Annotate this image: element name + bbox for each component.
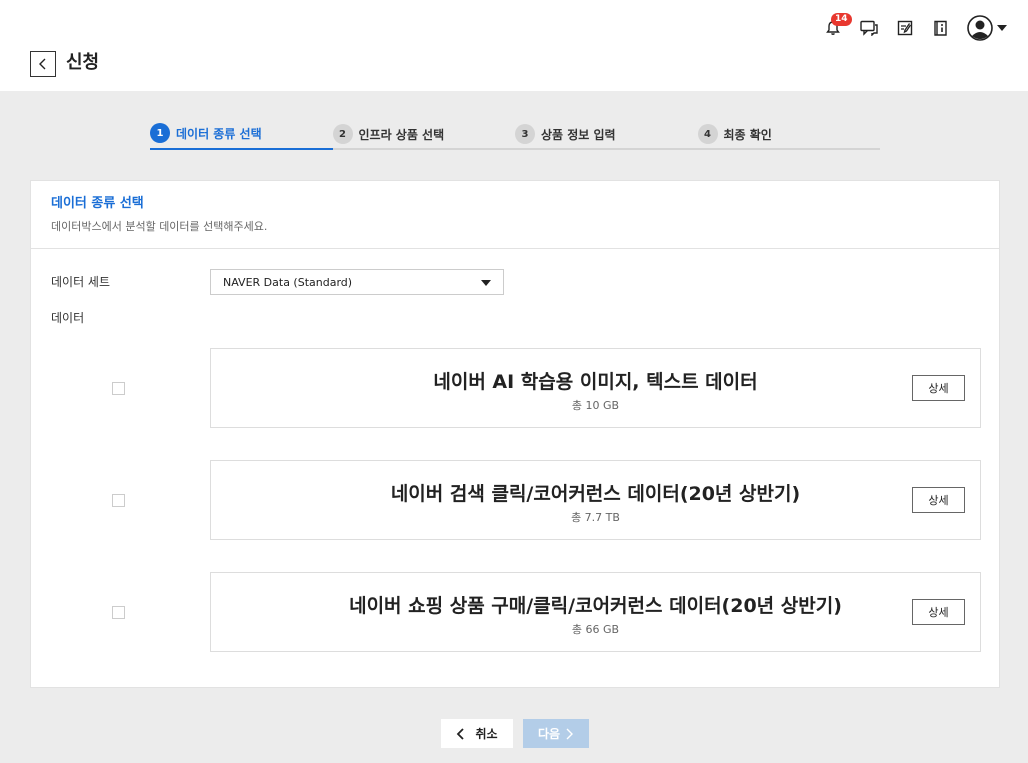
note-button[interactable] xyxy=(887,14,923,42)
cancel-button[interactable]: 취소 xyxy=(441,719,513,748)
step-label: 상품 정보 입력 xyxy=(541,127,616,142)
item-checkbox-1[interactable] xyxy=(112,382,125,395)
step-number: 3 xyxy=(515,124,535,144)
detail-button[interactable]: 상세 xyxy=(912,487,965,513)
item-checkbox-3[interactable] xyxy=(112,606,125,619)
card-title: 데이터 종류 선택 xyxy=(51,196,144,211)
data-label: 데이터 xyxy=(51,311,85,325)
card-header: 데이터 종류 선택 데이터박스에서 분석할 데이터를 선택해주세요. xyxy=(31,181,999,249)
step-number: 1 xyxy=(150,123,170,143)
chevron-left-icon xyxy=(39,58,46,70)
cancel-label: 취소 xyxy=(475,727,498,741)
next-button[interactable]: 다음 xyxy=(523,719,589,748)
info-book-icon xyxy=(934,20,947,36)
back-button[interactable] xyxy=(30,51,56,77)
chevron-right-icon xyxy=(566,728,574,739)
step-label: 인프라 상품 선택 xyxy=(358,127,445,142)
notification-button[interactable]: 14 xyxy=(815,13,852,42)
item-checkbox-2[interactable] xyxy=(112,494,125,507)
card-description: 데이터박스에서 분석할 데이터를 선택해주세요. xyxy=(51,220,268,233)
notification-badge: 14 xyxy=(831,13,852,26)
data-item-title: 네이버 AI 학습용 이미지, 텍스트 데이터 xyxy=(433,371,758,393)
page-title: 신청 xyxy=(66,52,100,73)
user-menu[interactable] xyxy=(967,15,1008,41)
next-label: 다음 xyxy=(537,727,561,741)
avatar-icon xyxy=(967,15,993,41)
step-2: 2 인프라 상품 선택 xyxy=(332,120,516,148)
header: 14 신청 xyxy=(0,0,1028,91)
data-item-size: 총 7.7 TB xyxy=(571,511,620,524)
data-item-size: 총 66 GB xyxy=(571,623,620,636)
caret-down-icon xyxy=(997,25,1007,31)
data-type-card: 데이터 종류 선택 데이터박스에서 분석할 데이터를 선택해주세요. 데이터 세… xyxy=(30,180,1000,688)
step-4: 4 최종 확인 xyxy=(697,120,881,148)
chat-icon xyxy=(860,20,878,36)
dataset-select[interactable]: NAVER Data (Standard) xyxy=(210,269,504,295)
step-label: 데이터 종류 선택 xyxy=(176,126,262,141)
header-icons: 14 xyxy=(815,13,1008,42)
chat-button[interactable] xyxy=(851,14,887,42)
chevron-left-icon xyxy=(457,727,465,740)
dropdown-arrow-icon xyxy=(481,280,491,286)
step-number: 2 xyxy=(332,124,353,144)
info-button[interactable] xyxy=(923,14,959,42)
step-label: 최종 확인 xyxy=(723,127,772,142)
stepper: 1 데이터 종류 선택 2 인프라 상품 선택 3 상품 정보 입력 4 최종 … xyxy=(150,120,880,150)
data-item-title: 네이버 검색 클릭/코어커런스 데이터(20년 상반기) xyxy=(390,483,801,505)
detail-button[interactable]: 상세 xyxy=(912,599,965,625)
data-item-2: 네이버 검색 클릭/코어커런스 데이터(20년 상반기) 총 7.7 TB 상세 xyxy=(210,460,981,540)
dataset-label: 데이터 세트 xyxy=(51,275,111,289)
edit-note-icon xyxy=(897,20,913,36)
data-item-3: 네이버 쇼핑 상품 구매/클릭/코어커런스 데이터(20년 상반기) 총 66 … xyxy=(210,572,981,652)
step-3: 3 상품 정보 입력 xyxy=(515,120,698,148)
step-1: 1 데이터 종류 선택 xyxy=(150,120,333,150)
step-number: 4 xyxy=(697,124,718,144)
detail-button[interactable]: 상세 xyxy=(912,375,965,401)
data-item-1: 네이버 AI 학습용 이미지, 텍스트 데이터 총 10 GB 상세 xyxy=(210,348,981,428)
data-item-title: 네이버 쇼핑 상품 구매/클릭/코어커런스 데이터(20년 상반기) xyxy=(349,595,842,617)
data-item-size: 총 10 GB xyxy=(571,399,620,412)
dataset-select-value: NAVER Data (Standard) xyxy=(223,275,353,289)
